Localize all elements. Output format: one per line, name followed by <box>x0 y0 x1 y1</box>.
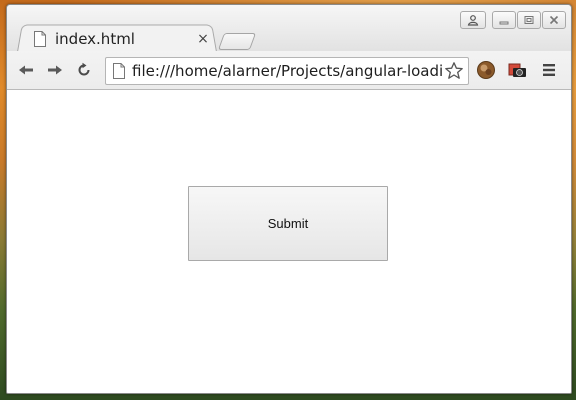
maximize-icon <box>524 16 534 24</box>
avatar-extension-icon <box>477 61 495 79</box>
maximize-button[interactable] <box>517 11 541 29</box>
address-bar[interactable]: file:///home/alarner/Projects/angular-lo… <box>105 57 469 85</box>
new-tab-button[interactable] <box>217 33 257 50</box>
minimize-button[interactable] <box>492 11 516 29</box>
profile-icon <box>467 15 479 26</box>
avatar-extension-button[interactable] <box>475 59 497 81</box>
tab-title: index.html <box>55 30 135 48</box>
forward-icon <box>48 65 62 75</box>
browser-window: index.html × file:///home/alarner/Projec… <box>6 4 572 394</box>
menu-icon <box>543 64 555 76</box>
menu-button[interactable] <box>538 59 560 81</box>
forward-button[interactable] <box>44 59 66 81</box>
url-text[interactable]: file:///home/alarner/Projects/angular-lo… <box>132 62 442 80</box>
page-content: Submit <box>7 90 571 393</box>
reload-button[interactable] <box>73 59 95 81</box>
star-icon[interactable] <box>444 61 464 81</box>
toolbar: file:///home/alarner/Projects/angular-lo… <box>7 51 571 90</box>
tab-close-button[interactable]: × <box>197 31 209 47</box>
reload-icon <box>78 62 90 76</box>
page-icon <box>34 31 46 47</box>
camera-extension-button[interactable] <box>506 59 528 81</box>
page-icon <box>113 63 125 79</box>
back-button[interactable] <box>15 59 37 81</box>
back-icon <box>19 65 33 75</box>
close-icon <box>549 15 559 25</box>
tab-index-html[interactable]: index.html × <box>29 27 215 51</box>
profile-button[interactable] <box>460 11 486 29</box>
camera-extension-icon <box>508 63 526 77</box>
minimize-icon <box>499 21 509 25</box>
submit-button[interactable]: Submit <box>188 186 388 261</box>
title-bar: index.html × <box>7 5 571 52</box>
close-window-button[interactable] <box>542 11 566 29</box>
